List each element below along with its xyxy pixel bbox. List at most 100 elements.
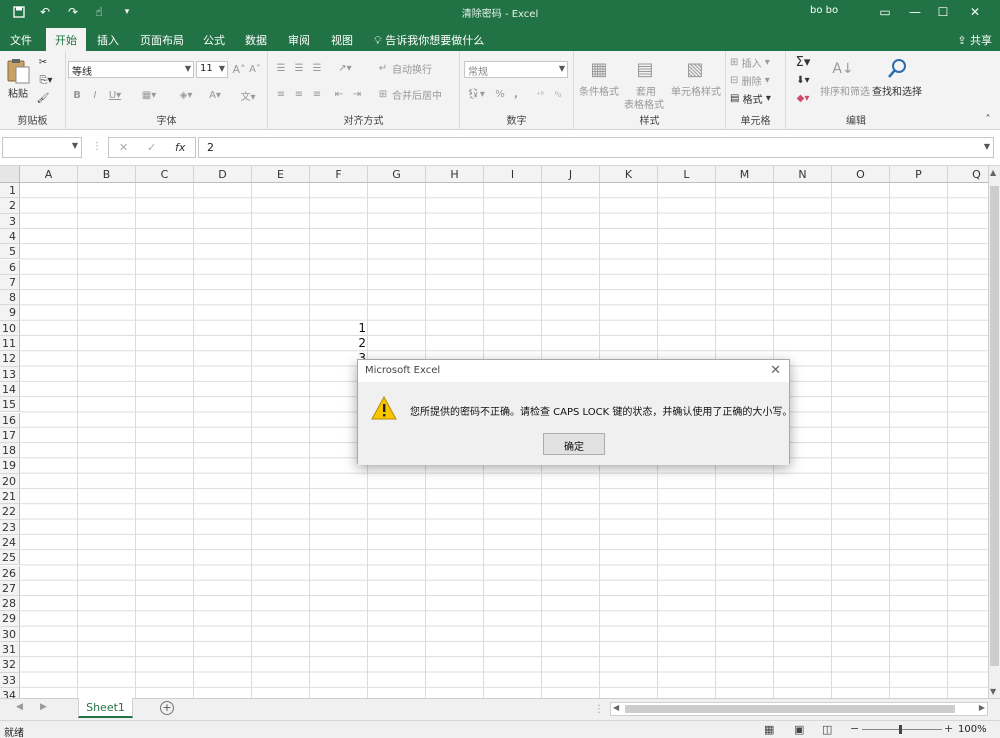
- column-header[interactable]: P: [890, 166, 948, 183]
- format-as-table-icon[interactable]: ▤: [634, 57, 656, 81]
- user-name[interactable]: bo bo: [810, 5, 838, 16]
- tab-splitter-icon[interactable]: ⋮: [594, 704, 604, 715]
- bold-icon[interactable]: B: [70, 87, 84, 103]
- sort-filter-icon[interactable]: A↓: [832, 57, 854, 81]
- minimize-icon[interactable]: —: [900, 2, 930, 22]
- add-sheet-icon[interactable]: +: [160, 701, 174, 715]
- format-painter-icon[interactable]: 🖌︎: [36, 91, 50, 105]
- row-header[interactable]: 18: [0, 443, 20, 459]
- paste-icon[interactable]: [6, 57, 32, 84]
- column-header[interactable]: I: [484, 166, 542, 183]
- paste-label[interactable]: 粘贴: [6, 85, 30, 100]
- ok-button[interactable]: 确定: [543, 433, 605, 455]
- comma-button[interactable]: ,: [510, 87, 522, 101]
- wrap-text-label[interactable]: 自动换行: [392, 61, 432, 76]
- row-header[interactable]: 19: [0, 458, 20, 474]
- row-header[interactable]: 8: [0, 290, 20, 306]
- column-header[interactable]: G: [368, 166, 426, 183]
- zoom-slider-thumb[interactable]: [899, 725, 902, 734]
- zoom-slider[interactable]: [862, 725, 942, 734]
- row-header[interactable]: 11: [0, 336, 20, 352]
- row-header[interactable]: 20: [0, 473, 20, 489]
- insert-cells-button[interactable]: ⊞ 插入 ▾: [730, 55, 784, 70]
- tab-home[interactable]: 开始: [46, 28, 86, 51]
- formula-bar-splitter-icon[interactable]: ⋮: [92, 141, 102, 152]
- cut-icon[interactable]: ✂: [36, 55, 50, 69]
- row-header[interactable]: 28: [0, 596, 20, 612]
- maximize-icon[interactable]: ☐: [928, 2, 958, 22]
- row-header[interactable]: 23: [0, 519, 20, 535]
- row-header[interactable]: 29: [0, 611, 20, 627]
- share-button[interactable]: ⇪ 共享: [957, 32, 992, 48]
- column-header[interactable]: M: [716, 166, 774, 183]
- close-window-icon[interactable]: ✕: [960, 2, 990, 22]
- copy-icon[interactable]: ⎘▾: [36, 73, 56, 87]
- bottom-align-icon[interactable]: ☰: [310, 61, 324, 75]
- align-left-icon[interactable]: ≡: [274, 87, 288, 101]
- middle-align-icon[interactable]: ☰: [292, 61, 306, 75]
- row-header[interactable]: 22: [0, 504, 20, 520]
- tab-formulas[interactable]: 公式: [196, 28, 232, 51]
- column-header[interactable]: H: [426, 166, 484, 183]
- autosum-icon[interactable]: Σ▾: [792, 55, 814, 70]
- row-header[interactable]: 7: [0, 274, 20, 291]
- row-header[interactable]: 9: [0, 305, 20, 321]
- tab-insert[interactable]: 插入: [90, 28, 126, 51]
- column-header[interactable]: C: [136, 166, 194, 183]
- page-layout-view-icon[interactable]: ▣: [794, 723, 804, 736]
- sheet-tab-sheet1[interactable]: Sheet1: [78, 698, 133, 718]
- align-center-icon[interactable]: ≡: [292, 87, 306, 101]
- horizontal-scrollbar[interactable]: ◀ ▶: [610, 702, 988, 716]
- row-header[interactable]: 13: [0, 366, 20, 382]
- scroll-down-icon[interactable]: ▼: [990, 687, 996, 696]
- row-header[interactable]: 25: [0, 550, 20, 566]
- row-header[interactable]: 17: [0, 427, 20, 444]
- decrease-indent-icon[interactable]: ⇤: [332, 87, 346, 101]
- phonetic-icon[interactable]: 文▾: [236, 87, 260, 103]
- scroll-sheets-left-icon[interactable]: ◀: [16, 702, 23, 712]
- row-header[interactable]: 12: [0, 351, 20, 367]
- percent-button[interactable]: %: [494, 87, 506, 101]
- font-size-combo[interactable]: 11 ▼: [196, 61, 228, 78]
- merge-center-icon[interactable]: ⊞: [376, 87, 390, 101]
- sort-filter-label[interactable]: 排序和筛选: [820, 83, 870, 98]
- vertical-scrollbar[interactable]: ▲ ▼: [988, 166, 1000, 698]
- row-header[interactable]: 30: [0, 626, 20, 642]
- tab-data[interactable]: 数据: [238, 28, 274, 51]
- conditional-format-label[interactable]: 条件格式: [576, 83, 622, 98]
- column-header[interactable]: N: [774, 166, 832, 183]
- find-select-icon[interactable]: [884, 55, 910, 81]
- decrease-font-icon[interactable]: A˅: [248, 61, 262, 77]
- scroll-right-icon[interactable]: ▶: [979, 703, 985, 712]
- row-header[interactable]: 24: [0, 534, 20, 551]
- format-cells-button[interactable]: ▤ 格式 ▾: [730, 91, 784, 106]
- fill-color-icon[interactable]: ◈▾: [174, 87, 198, 103]
- expand-formula-bar-icon[interactable]: ▼: [984, 142, 990, 151]
- merge-center-label[interactable]: 合并后居中: [392, 87, 442, 102]
- tab-page-layout[interactable]: 页面布局: [134, 28, 190, 51]
- insert-function-button[interactable]: fx: [175, 141, 185, 154]
- row-header[interactable]: 26: [0, 565, 20, 581]
- italic-icon[interactable]: I: [88, 87, 102, 103]
- zoom-level[interactable]: 100%: [958, 724, 987, 735]
- page-break-view-icon[interactable]: ◫: [822, 723, 832, 736]
- font-name-combo[interactable]: 等线 ▼: [68, 61, 194, 78]
- orientation-icon[interactable]: ↗▾: [334, 61, 356, 75]
- row-header[interactable]: 4: [0, 228, 20, 245]
- cell-value[interactable]: 2: [310, 336, 366, 350]
- find-select-label[interactable]: 查找和选择: [870, 83, 924, 98]
- increase-font-icon[interactable]: A˄: [232, 61, 246, 77]
- row-header[interactable]: 27: [0, 580, 20, 597]
- row-header[interactable]: 14: [0, 381, 20, 398]
- column-header[interactable]: D: [194, 166, 252, 183]
- format-as-table-label-2[interactable]: 表格格式: [620, 96, 668, 111]
- row-header[interactable]: 31: [0, 642, 20, 658]
- underline-icon[interactable]: U▾: [106, 87, 124, 103]
- tab-view[interactable]: 视图: [324, 28, 360, 51]
- column-header[interactable]: J: [542, 166, 600, 183]
- scroll-sheets-right-icon[interactable]: ▶: [40, 702, 47, 712]
- tell-me-search[interactable]: 💡︎ 告诉我你想要做什么: [374, 32, 484, 48]
- formula-input[interactable]: 2: [198, 137, 994, 158]
- font-color-icon[interactable]: A▾: [204, 87, 226, 103]
- cell-styles-icon[interactable]: ▧: [684, 57, 706, 81]
